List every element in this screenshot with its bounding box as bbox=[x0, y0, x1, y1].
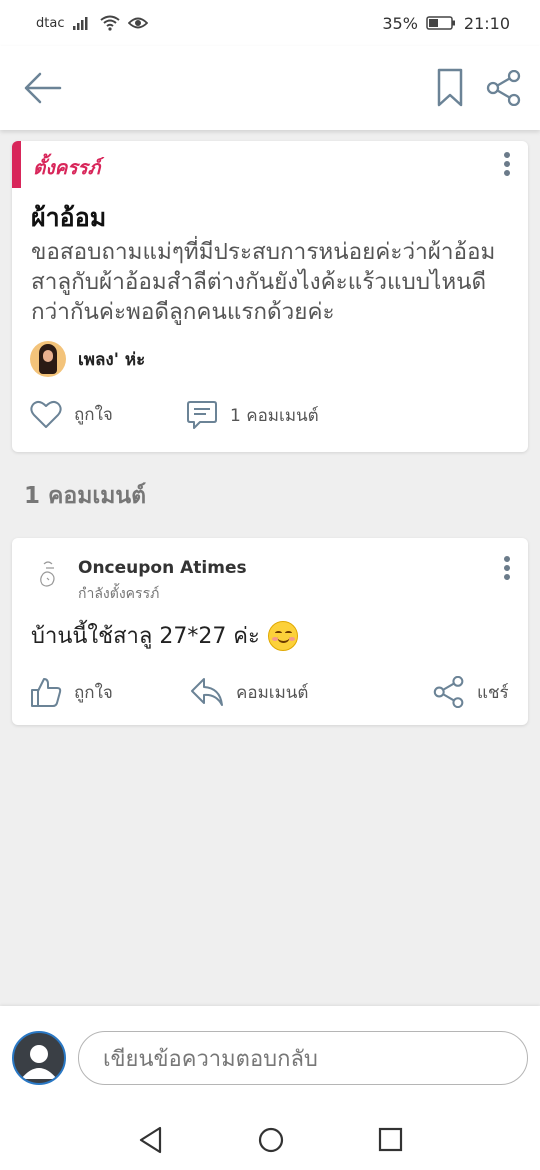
commenter-status: กำลังตั้งครรภ์ bbox=[78, 586, 160, 602]
nav-back-icon[interactable] bbox=[136, 1125, 166, 1155]
reply-icon bbox=[191, 678, 223, 706]
comment-reply-button[interactable]: คอมเมนต์ bbox=[190, 676, 308, 708]
comment-more-icon[interactable] bbox=[501, 556, 513, 586]
wifi-icon bbox=[100, 15, 121, 31]
post-body: ขอสอบถามแม่ๆที่มีประสบการหน่อยค่ะว่าผ้าอ… bbox=[31, 239, 496, 325]
battery-icon bbox=[426, 16, 455, 30]
post-like-button[interactable]: ถูกใจ bbox=[30, 399, 113, 429]
system-nav-bar bbox=[0, 1109, 540, 1170]
comment-like-label: ถูกใจ bbox=[74, 682, 113, 703]
tag-accent-bar bbox=[12, 141, 21, 188]
comment-like-button[interactable]: ถูกใจ bbox=[30, 676, 113, 708]
post-card: ตั้งครรภ์ ผ้าอ้อม ขอสอบถามแม่ๆที่มีประสบ… bbox=[12, 141, 528, 452]
heart-icon bbox=[30, 400, 62, 428]
author-name[interactable]: เพลง' ห่ะ bbox=[78, 346, 145, 373]
status-bar: dtac 35% 21:10 bbox=[0, 0, 540, 46]
post-author[interactable]: เพลง' ห่ะ bbox=[30, 341, 145, 377]
post-more-icon[interactable] bbox=[501, 152, 513, 182]
post-comment-count: 1 คอมเมนต์ bbox=[230, 405, 319, 426]
share-icon[interactable] bbox=[486, 70, 522, 106]
post-like-label: ถูกใจ bbox=[74, 404, 113, 425]
comment-share-label: แชร์ bbox=[477, 682, 509, 703]
commenter-name[interactable]: Onceupon Atimes bbox=[78, 558, 247, 578]
commenter-avatar[interactable] bbox=[34, 558, 70, 596]
comment-share-button[interactable]: แชร์ bbox=[433, 676, 509, 708]
battery-percent: 35% bbox=[382, 13, 418, 33]
carrier-label: dtac bbox=[36, 15, 65, 31]
thumbs-up-icon bbox=[31, 678, 62, 707]
eye-icon bbox=[128, 17, 149, 29]
nav-recents-icon[interactable] bbox=[376, 1125, 406, 1155]
comment-bubble-icon bbox=[187, 401, 217, 429]
comment-reply-label: คอมเมนต์ bbox=[236, 682, 309, 703]
signal-icon bbox=[73, 17, 88, 30]
reply-composer: เขียนข้อความตอบกลับ bbox=[0, 1006, 540, 1109]
reply-placeholder: เขียนข้อความตอบกลับ bbox=[103, 1046, 318, 1072]
nav-home-icon[interactable] bbox=[256, 1125, 286, 1155]
comments-heading: 1 คอมเมนต์ bbox=[24, 483, 147, 509]
comment-text: บ้านนี้ใช้สาลู 27*27 ค่ะ bbox=[31, 618, 298, 653]
clock: 21:10 bbox=[463, 13, 510, 33]
user-avatar-icon[interactable] bbox=[12, 1031, 66, 1085]
post-actions: ถูกใจ 1 คอมเมนต์ bbox=[30, 399, 510, 435]
comment-card: Onceupon Atimes กำลังตั้งครรภ์ บ้านนี้ใช… bbox=[12, 538, 528, 725]
smiling-face-icon bbox=[267, 620, 298, 651]
comment-actions: ถูกใจ คอมเมนต์ แชร์ bbox=[30, 676, 510, 712]
back-arrow-icon[interactable] bbox=[22, 70, 62, 106]
post-tag[interactable]: ตั้งครรภ์ bbox=[33, 153, 100, 183]
app-bar bbox=[0, 46, 540, 130]
post-comment-button[interactable]: 1 คอมเมนต์ bbox=[186, 399, 319, 431]
reply-input[interactable]: เขียนข้อความตอบกลับ bbox=[78, 1031, 528, 1085]
author-avatar[interactable] bbox=[30, 341, 66, 377]
post-title: ผ้าอ้อม bbox=[31, 203, 107, 232]
share-icon bbox=[433, 676, 464, 708]
bookmark-icon[interactable] bbox=[436, 68, 464, 108]
comment-body: บ้านนี้ใช้สาลู 27*27 ค่ะ bbox=[31, 624, 260, 649]
